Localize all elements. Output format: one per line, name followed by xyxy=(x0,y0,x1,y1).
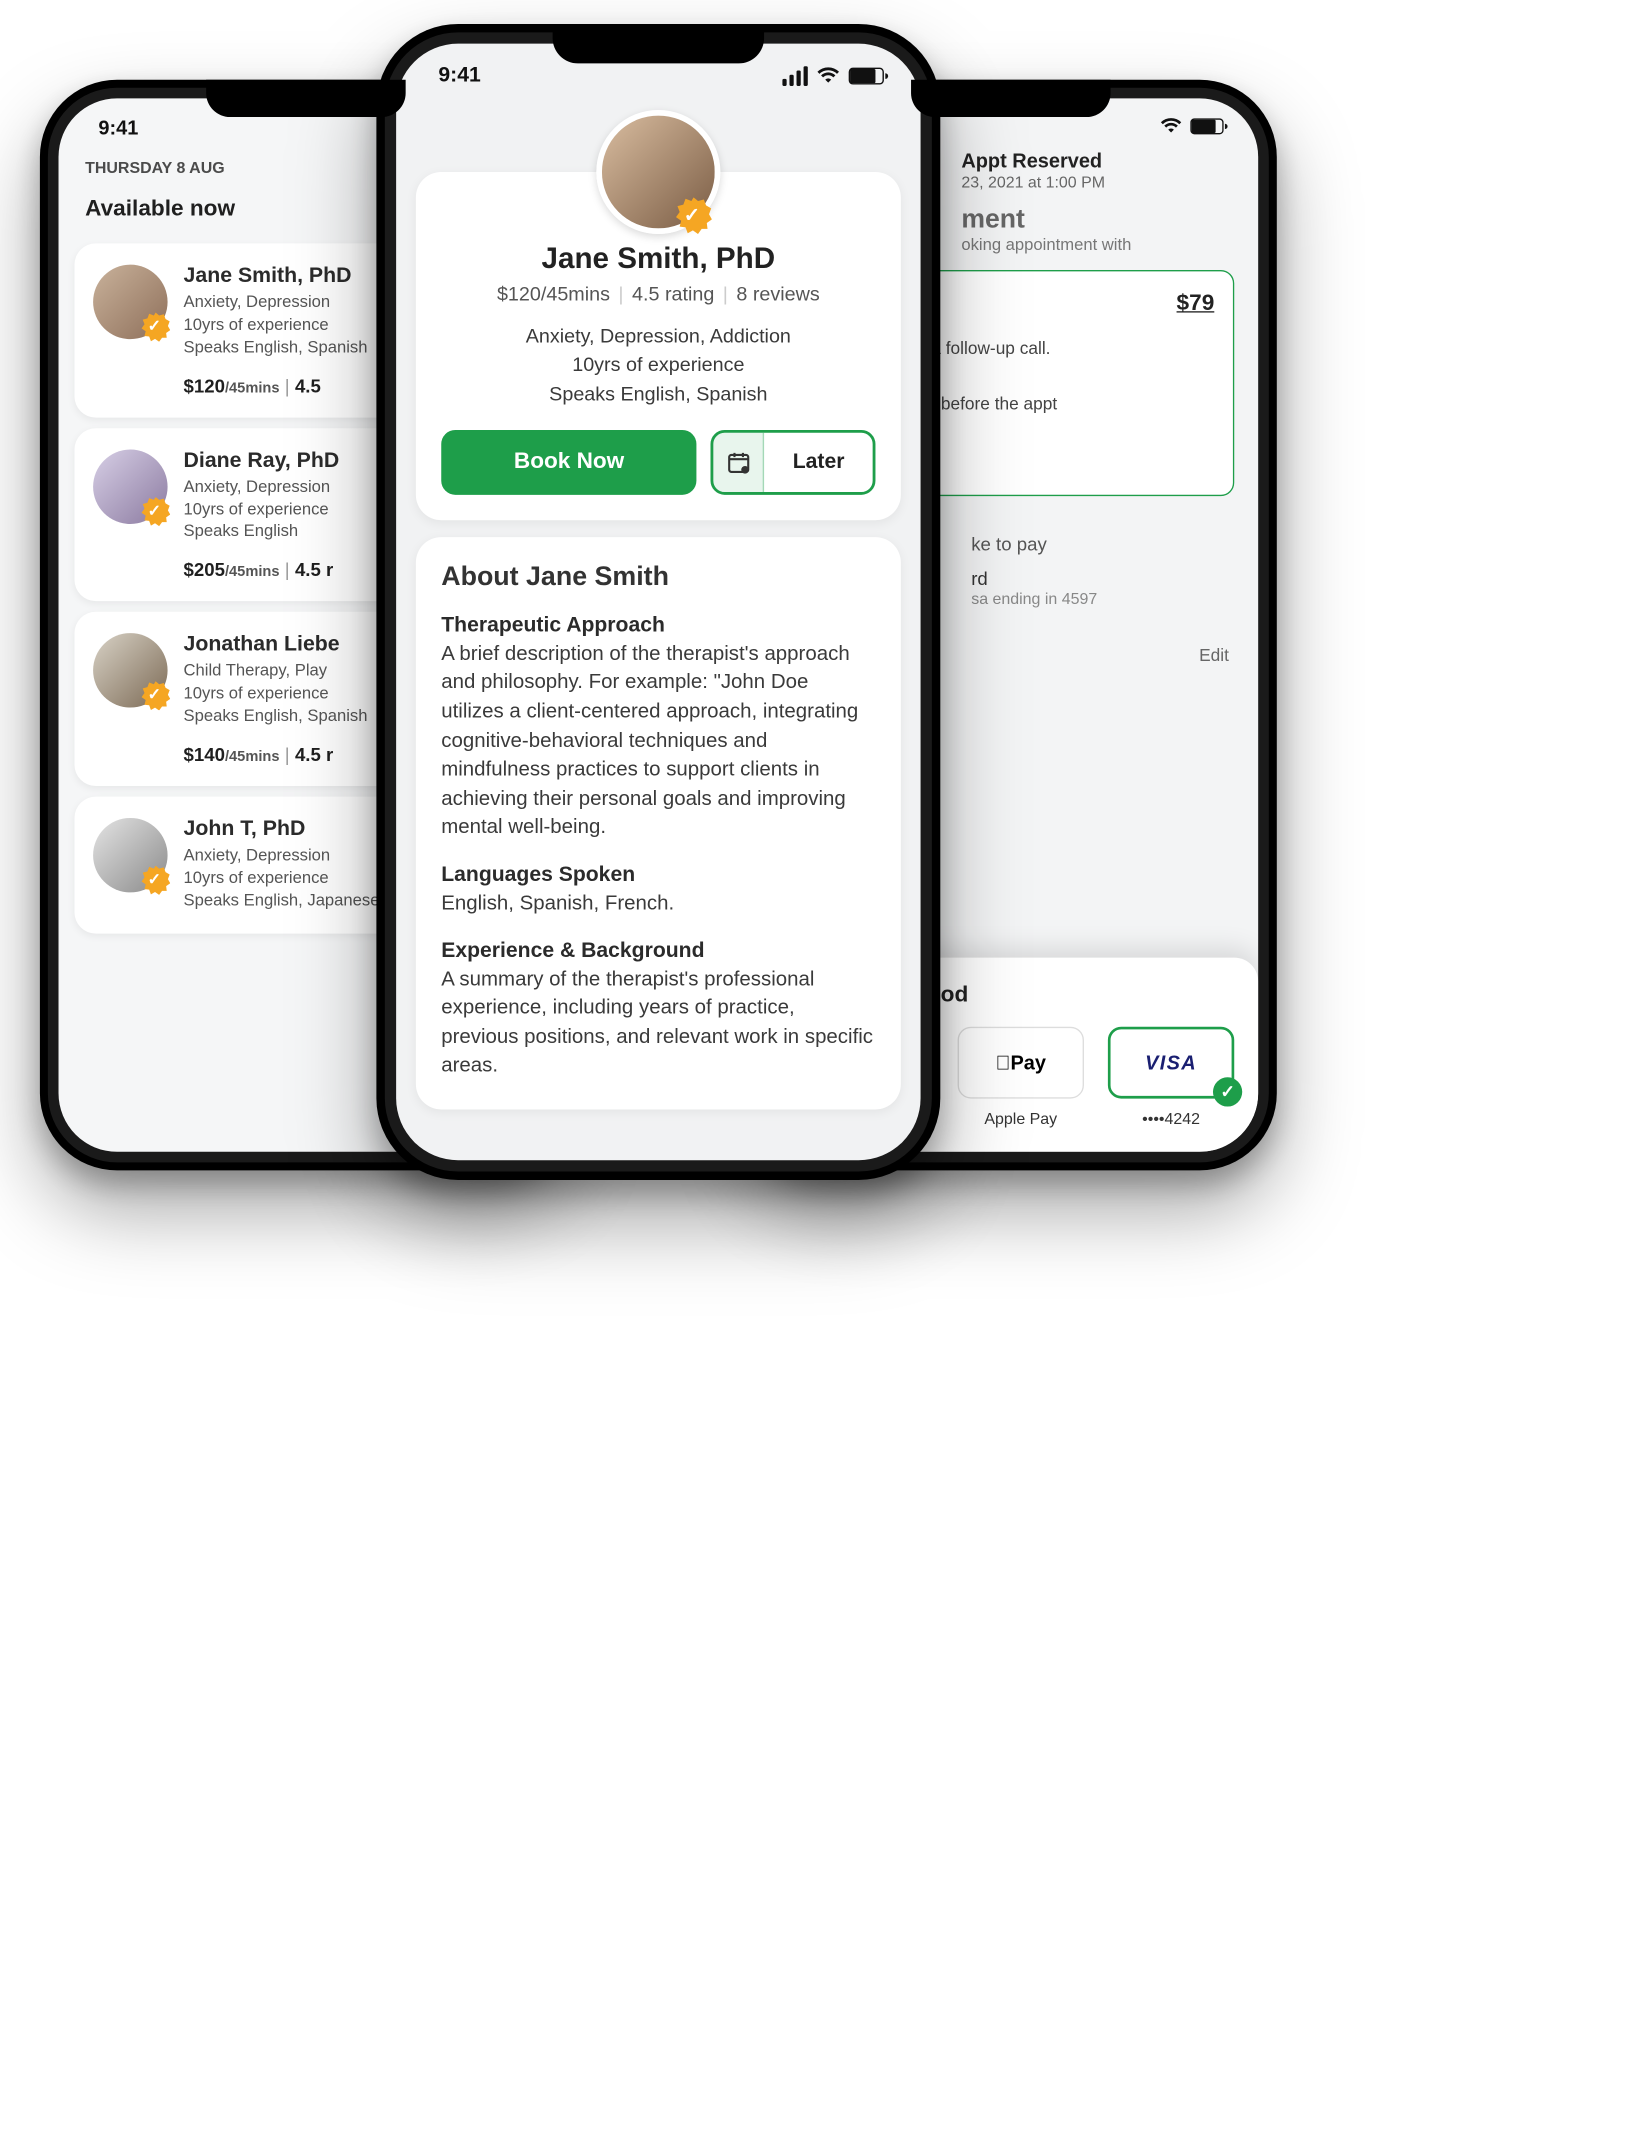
notch xyxy=(911,80,1111,117)
battery-icon xyxy=(1190,118,1223,134)
visa-icon: VISA xyxy=(1145,1051,1197,1074)
therapist-name: Jane Smith, PhD xyxy=(441,242,875,276)
battery-icon xyxy=(849,67,884,84)
wifi-icon xyxy=(1160,117,1183,134)
section-heading: Experience & Background xyxy=(441,938,875,962)
payment-method-visa[interactable]: VISA ••••4242 xyxy=(1108,1027,1234,1128)
reserved-title: Appt Reserved xyxy=(961,150,1234,173)
notch xyxy=(206,80,406,117)
therapist-details: Anxiety, Depression, Addiction 10yrs of … xyxy=(441,321,875,407)
about-title: About Jane Smith xyxy=(441,562,875,593)
section-body: English, Spanish, French. xyxy=(441,889,875,918)
wifi-icon xyxy=(816,66,840,84)
date-label: THURSDAY 8 AUG xyxy=(85,158,225,177)
reserved-datetime: 23, 2021 at 1:00 PM xyxy=(961,173,1234,192)
section-heading: Therapeutic Approach xyxy=(441,613,875,637)
therapist-hero-card: Jane Smith, PhD $120/45mins|4.5 rating|8… xyxy=(416,172,901,520)
notch xyxy=(553,24,764,63)
about-card: About Jane Smith Therapeutic Approach A … xyxy=(416,537,901,1109)
status-time: 9:41 xyxy=(98,117,138,140)
phone-profile: 9:41 Jane Smith, PhD $120/45mins|4.5 rat… xyxy=(376,24,940,1180)
section-body: A brief description of the therapist's a… xyxy=(441,640,875,843)
calendar-icon xyxy=(714,433,765,492)
price-value: $79 xyxy=(1177,285,1215,321)
therapist-stats: $120/45mins|4.5 rating|8 reviews xyxy=(441,282,875,305)
book-now-button[interactable]: Book Now xyxy=(441,430,697,495)
status-time: 9:41 xyxy=(438,63,480,87)
book-later-button[interactable]: Later xyxy=(711,430,876,495)
section-body: A summary of the therapist's professiona… xyxy=(441,965,875,1081)
applepay-icon: Pay xyxy=(996,1051,1046,1074)
cellular-icon xyxy=(782,66,807,86)
section-heading: Languages Spoken xyxy=(441,863,875,887)
payment-method-applepay[interactable]: Pay Apple Pay xyxy=(958,1027,1084,1128)
